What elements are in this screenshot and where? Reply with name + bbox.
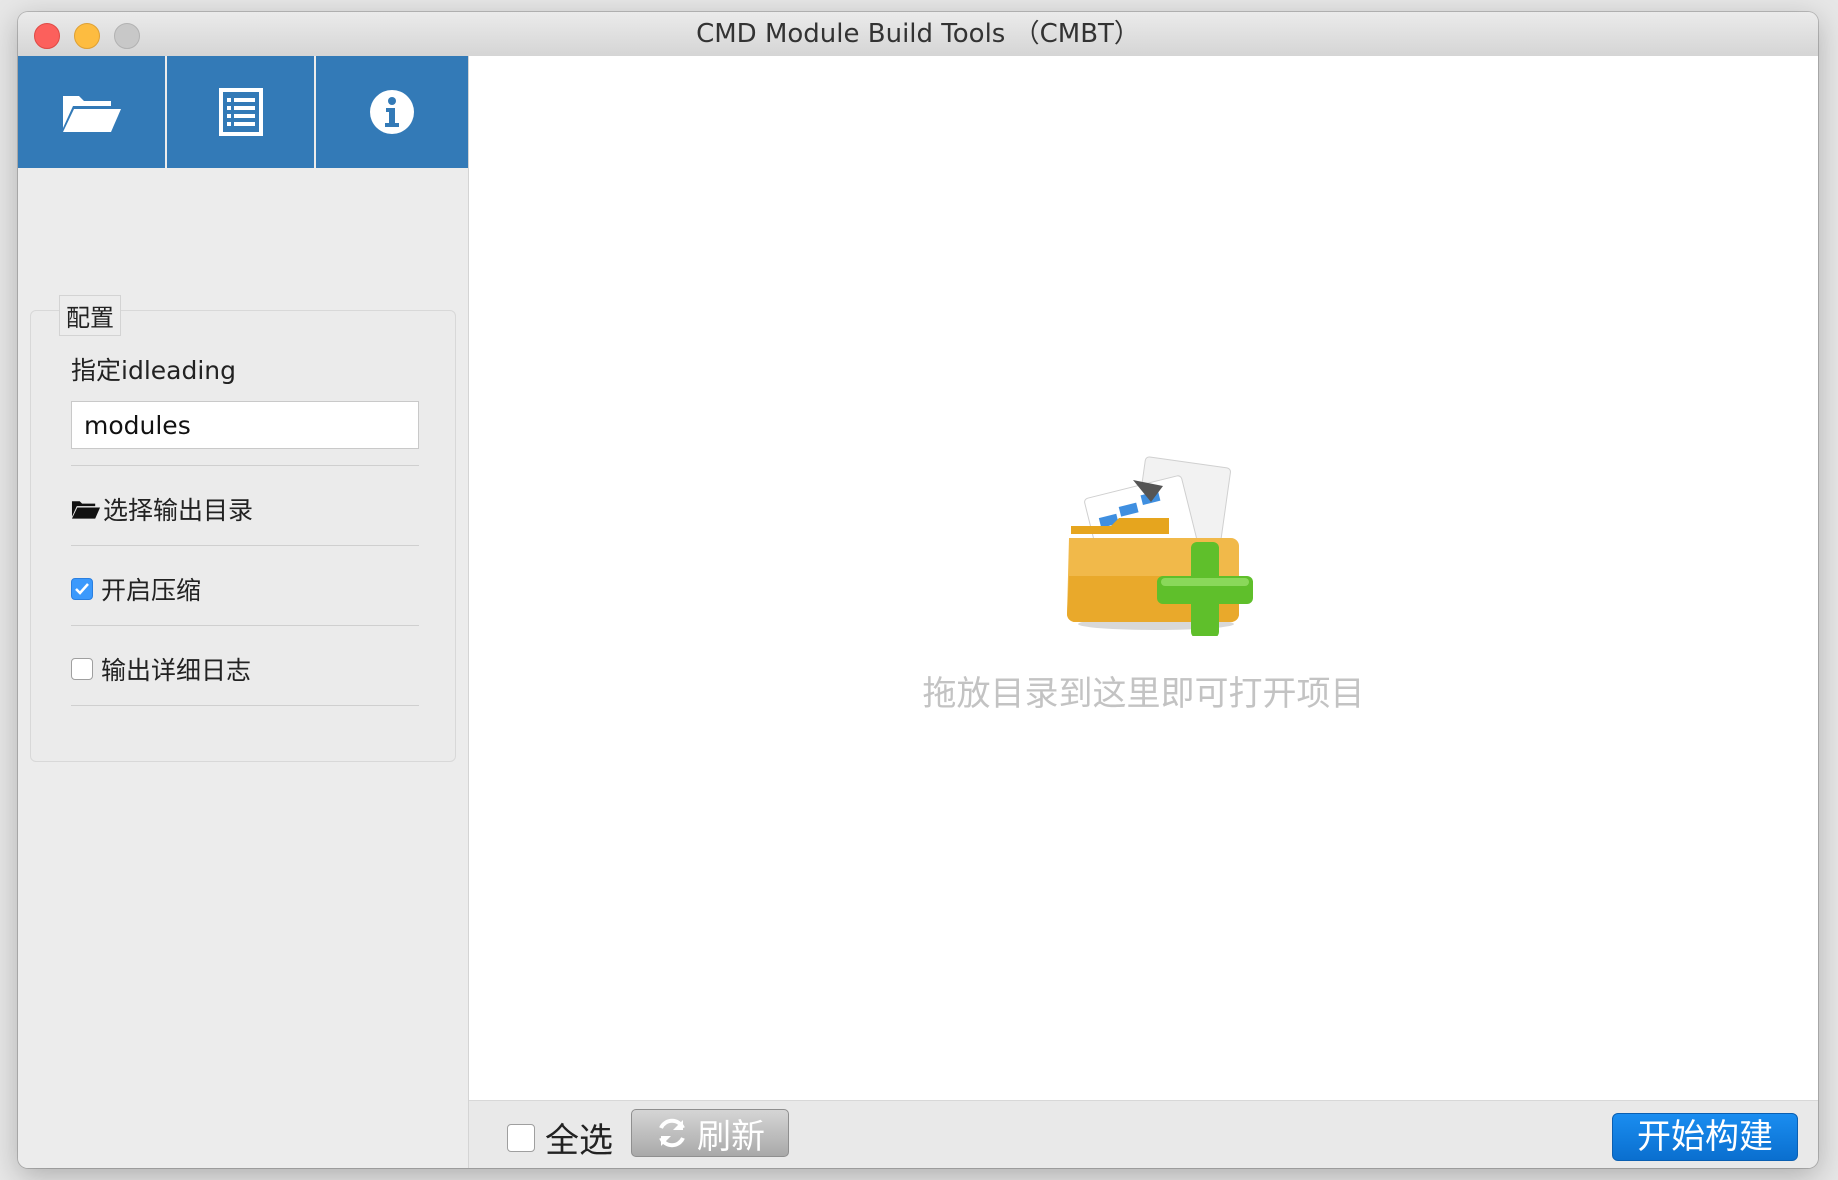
about-button[interactable] (316, 56, 468, 168)
project-drop-area[interactable]: 拖放目录到这里即可打开项目 (469, 56, 1818, 1100)
compress-option[interactable]: 开启压缩 (71, 571, 201, 607)
divider (71, 465, 419, 466)
file-list-button[interactable] (167, 56, 316, 168)
verbose-log-option[interactable]: 输出详细日志 (71, 651, 251, 687)
open-folder-icon (71, 501, 101, 519)
config-legend: 配置 (59, 295, 121, 336)
sidebar-toolbar (18, 56, 468, 168)
checkmark-icon (75, 583, 89, 595)
sidebar: 配置 指定idleading 选择输出目录 开启压缩 (18, 56, 469, 1168)
footer-bar: 全选 刷新 开始构建 (469, 1100, 1818, 1168)
start-build-button[interactable]: 开始构建 (1612, 1113, 1798, 1161)
app-window: CMD Module Build Tools （CMBT） 配置 指定idlea… (18, 12, 1818, 1168)
verbose-log-label: 输出详细日志 (101, 656, 252, 685)
select-all-label: 全选 (545, 1121, 613, 1161)
idleading-input[interactable] (71, 401, 419, 449)
title-bar: CMD Module Build Tools （CMBT） (18, 12, 1818, 57)
divider (71, 625, 419, 626)
folder-add-icon (1067, 456, 1253, 636)
refresh-button[interactable]: 刷新 (631, 1109, 789, 1157)
select-all-option[interactable]: 全选 (507, 1113, 613, 1162)
open-project-button[interactable] (18, 56, 167, 168)
compress-checkbox[interactable] (71, 578, 93, 600)
window-title: CMD Module Build Tools （CMBT） (696, 19, 1140, 49)
refresh-label: 刷新 (697, 1116, 765, 1157)
list-icon (218, 88, 263, 136)
refresh-icon (659, 1118, 685, 1148)
verbose-log-checkbox[interactable] (71, 658, 93, 680)
config-panel: 配置 指定idleading 选择输出目录 开启压缩 (30, 295, 456, 762)
open-folder-icon (62, 96, 121, 132)
divider (71, 705, 419, 706)
compress-label: 开启压缩 (101, 576, 202, 605)
info-icon (370, 90, 414, 134)
idleading-label: 指定idleading (71, 356, 236, 385)
select-all-checkbox[interactable] (507, 1123, 535, 1152)
drop-hint: 拖放目录到这里即可打开项目 (922, 674, 1365, 714)
select-output-dir-label: 选择输出目录 (103, 496, 254, 525)
divider (71, 545, 419, 546)
select-output-dir-button[interactable]: 选择输出目录 (71, 491, 253, 527)
